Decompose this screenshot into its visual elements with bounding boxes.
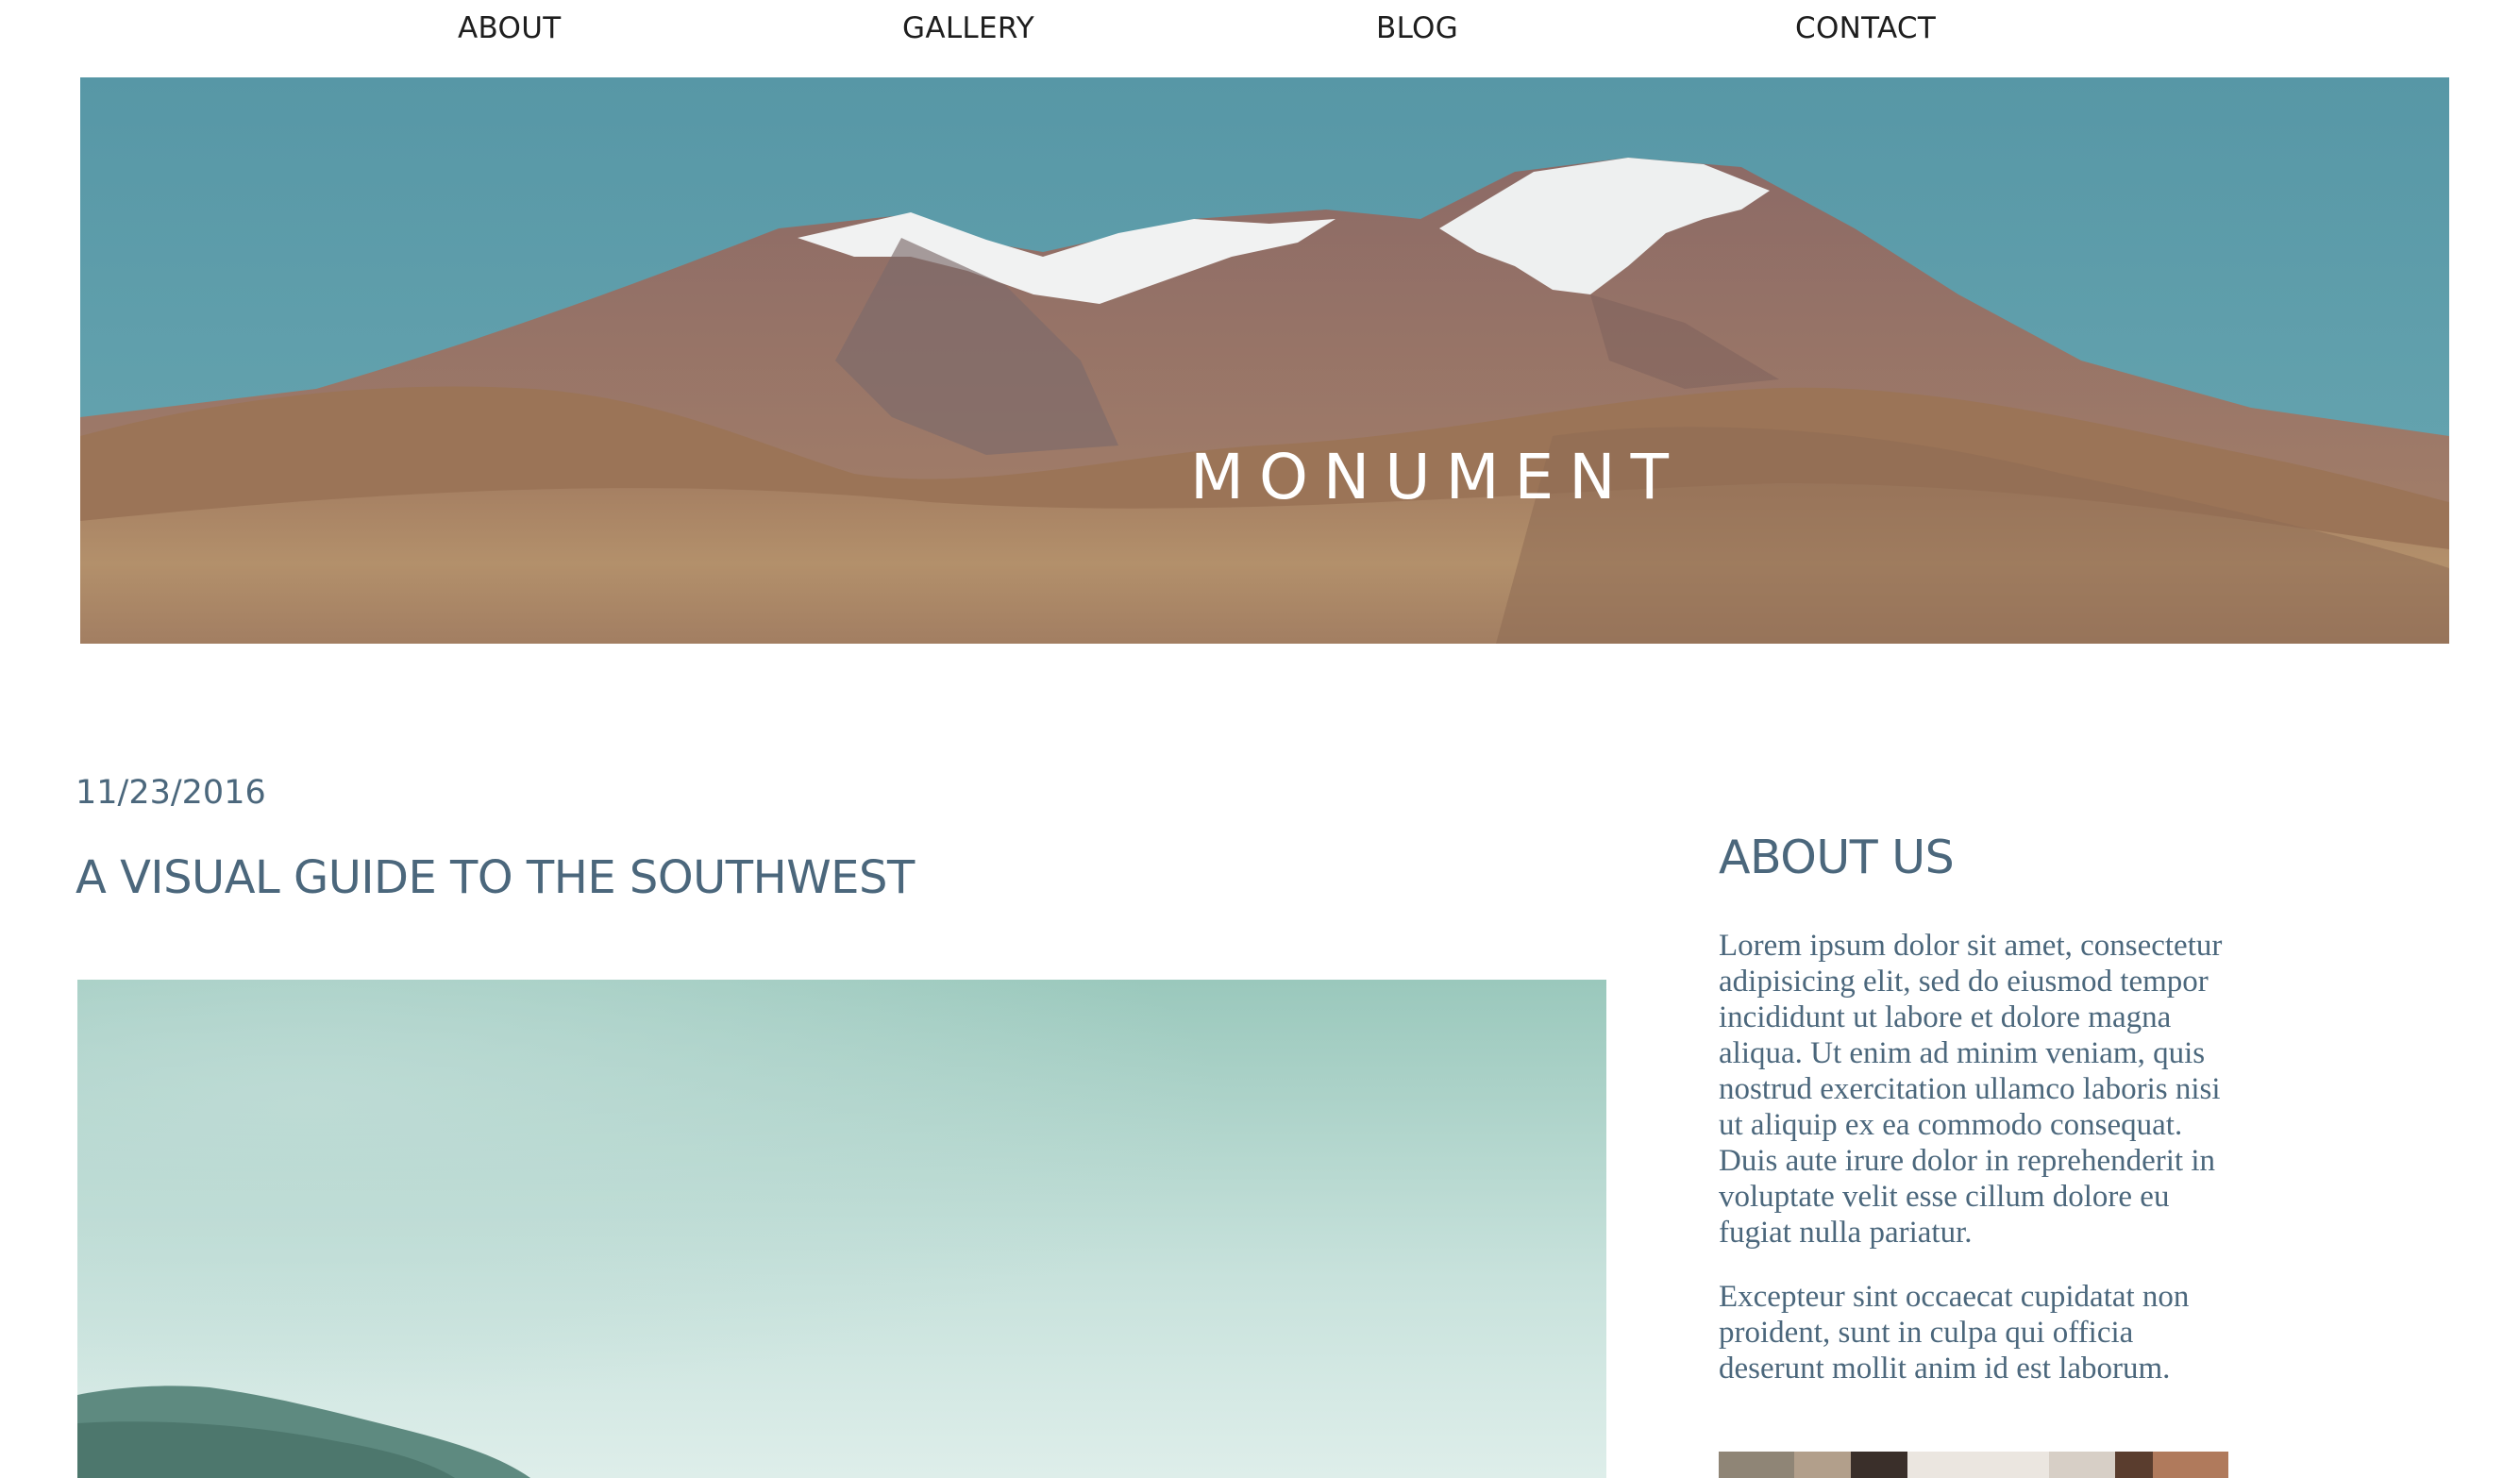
site-title: MONUMENT [1190, 441, 1684, 513]
sidebar-photo [1719, 1452, 2228, 1478]
desert-landscape-image [77, 980, 1606, 1478]
nav-link-about[interactable]: ABOUT [458, 11, 561, 45]
top-nav: ABOUT GALLERY BLOG CONTACT [0, 0, 2520, 77]
hero-banner: MONUMENT [80, 77, 2449, 644]
sidebar-paragraph: Lorem ipsum dolor sit amet, consectetur … [1719, 929, 2223, 1250]
sidebar-heading: ABOUT US [1719, 831, 1955, 884]
hero-mountain-image [80, 77, 2449, 644]
post-date: 11/23/2016 [76, 774, 266, 812]
post-title[interactable]: A VISUAL GUIDE TO THE SOUTHWEST [76, 851, 915, 904]
nav-link-gallery[interactable]: GALLERY [902, 11, 1034, 45]
page: ABOUT GALLERY BLOG CONTACT MONUMENT 11/2… [0, 0, 2520, 1478]
nav-link-blog[interactable]: BLOG [1376, 11, 1458, 45]
about-sidebar: ABOUT US Lorem ipsum dolor sit amet, con… [1719, 831, 2233, 1415]
post-featured-image[interactable] [77, 980, 1606, 1478]
sidebar-paragraph: Excepteur sint occaecat cupidatat non pr… [1719, 1280, 2190, 1386]
nav-link-contact[interactable]: CONTACT [1795, 11, 1936, 45]
people-photo-image [1719, 1452, 2228, 1478]
